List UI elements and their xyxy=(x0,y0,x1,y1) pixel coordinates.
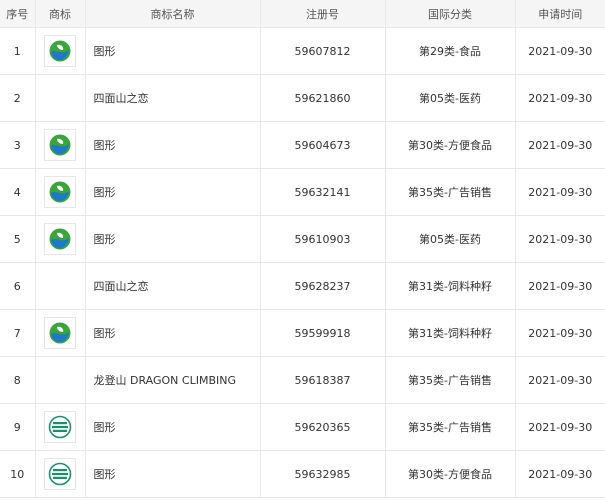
logo-cell[interactable] xyxy=(35,356,86,404)
registration-number: 59620365 xyxy=(260,403,386,451)
green-striped-circle-icon[interactable] xyxy=(44,411,76,443)
registration-number: 59607812 xyxy=(260,27,386,75)
international-class: 第35类-广告销售 xyxy=(385,168,516,216)
international-class: 第35类-广告销售 xyxy=(385,356,516,404)
registration-number: 59632985 xyxy=(260,450,386,498)
trademark-name[interactable]: 图形 xyxy=(85,121,261,169)
logo-image[interactable] xyxy=(44,364,76,396)
row-index: 9 xyxy=(0,403,36,451)
table-row[interactable]: 10 图形 59632985 第30类-方便食品 2021-09-30 xyxy=(0,450,605,498)
green-blue-leaf-icon[interactable] xyxy=(44,317,76,349)
col-header-logo[interactable]: 商标 xyxy=(35,0,86,28)
application-date: 2021-09-30 xyxy=(515,262,605,310)
trademark-name[interactable]: 图形 xyxy=(85,403,261,451)
logo-cell[interactable] xyxy=(35,121,86,169)
application-date: 2021-09-30 xyxy=(515,121,605,169)
trademark-name[interactable]: 图形 xyxy=(85,309,261,357)
row-index: 10 xyxy=(0,450,36,498)
green-blue-leaf-icon[interactable] xyxy=(44,223,76,255)
trademark-name[interactable]: 四面山之恋 xyxy=(85,74,261,122)
application-date: 2021-09-30 xyxy=(515,403,605,451)
green-blue-leaf-icon[interactable] xyxy=(44,129,76,161)
application-date: 2021-09-30 xyxy=(515,309,605,357)
table-row[interactable]: 5 图形 59610903 第05类-医药 2021-09-30 xyxy=(0,215,605,263)
row-index: 7 xyxy=(0,309,36,357)
row-index: 2 xyxy=(0,74,36,122)
row-index: 4 xyxy=(0,168,36,216)
trademark-name[interactable]: 四面山之恋 xyxy=(85,262,261,310)
row-index: 3 xyxy=(0,121,36,169)
international-class: 第30类-方便食品 xyxy=(385,121,516,169)
trademark-name[interactable]: 图形 xyxy=(85,168,261,216)
logo-cell[interactable] xyxy=(35,168,86,216)
table-row[interactable]: 7 图形 59599918 第31类-饲料种籽 2021-09-30 xyxy=(0,309,605,357)
international-class: 第31类-饲料种籽 xyxy=(385,262,516,310)
application-date: 2021-09-30 xyxy=(515,215,605,263)
logo-cell[interactable] xyxy=(35,262,86,310)
application-date: 2021-09-30 xyxy=(515,74,605,122)
green-blue-leaf-icon[interactable] xyxy=(44,35,76,67)
col-header-index[interactable]: 序号 xyxy=(0,0,36,28)
green-striped-circle-icon[interactable] xyxy=(44,458,76,490)
registration-number: 59618387 xyxy=(260,356,386,404)
col-header-reg-no[interactable]: 注册号 xyxy=(260,0,386,28)
registration-number: 59632141 xyxy=(260,168,386,216)
table-row[interactable]: 4 图形 59632141 第35类-广告销售 2021-09-30 xyxy=(0,168,605,216)
green-blue-leaf-icon[interactable] xyxy=(44,176,76,208)
table-row[interactable]: 9 图形 59620365 第35类-广告销售 2021-09-30 xyxy=(0,403,605,451)
trademark-name[interactable]: 图形 xyxy=(85,27,261,75)
registration-number: 59604673 xyxy=(260,121,386,169)
trademark-table: 序号 商标 商标名称 注册号 国际分类 申请时间 1 图形 59607812 第29类… xyxy=(0,0,605,498)
row-index: 5 xyxy=(0,215,36,263)
international-class: 第29类-食品 xyxy=(385,27,516,75)
row-index: 6 xyxy=(0,262,36,310)
logo-cell[interactable] xyxy=(35,215,86,263)
logo-cell[interactable] xyxy=(35,74,86,122)
trademark-name[interactable]: 图形 xyxy=(85,215,261,263)
international-class: 第05类-医药 xyxy=(385,215,516,263)
table-row[interactable]: 6 四面山之恋 59628237 第31类-饲料种籽 2021-09-30 xyxy=(0,262,605,310)
table-row[interactable]: 3 图形 59604673 第30类-方便食品 2021-09-30 xyxy=(0,121,605,169)
application-date: 2021-09-30 xyxy=(515,168,605,216)
table-row[interactable]: 8 龙登山 DRAGON CLIMBING 59618387 第35类-广告销售 202… xyxy=(0,356,605,404)
table-row[interactable]: 2 四面山之恋 59621860 第05类-医药 2021-09-30 xyxy=(0,74,605,122)
table-row[interactable]: 1 图形 59607812 第29类-食品 2021-09-30 xyxy=(0,27,605,75)
col-header-class[interactable]: 国际分类 xyxy=(385,0,516,28)
registration-number: 59621860 xyxy=(260,74,386,122)
registration-number: 59610903 xyxy=(260,215,386,263)
registration-number: 59628237 xyxy=(260,262,386,310)
application-date: 2021-09-30 xyxy=(515,450,605,498)
logo-image[interactable] xyxy=(44,270,76,302)
logo-cell[interactable] xyxy=(35,403,86,451)
registration-number: 59599918 xyxy=(260,309,386,357)
logo-image[interactable] xyxy=(44,82,76,114)
application-date: 2021-09-30 xyxy=(515,356,605,404)
international-class: 第05类-医药 xyxy=(385,74,516,122)
col-header-date[interactable]: 申请时间 xyxy=(515,0,605,28)
international-class: 第30类-方便食品 xyxy=(385,450,516,498)
table-header-row: 序号 商标 商标名称 注册号 国际分类 申请时间 xyxy=(0,0,605,28)
application-date: 2021-09-30 xyxy=(515,27,605,75)
international-class: 第31类-饲料种籽 xyxy=(385,309,516,357)
logo-cell[interactable] xyxy=(35,309,86,357)
col-header-name[interactable]: 商标名称 xyxy=(85,0,261,28)
row-index: 8 xyxy=(0,356,36,404)
international-class: 第35类-广告销售 xyxy=(385,403,516,451)
logo-cell[interactable] xyxy=(35,450,86,498)
logo-cell[interactable] xyxy=(35,27,86,75)
row-index: 1 xyxy=(0,27,36,75)
trademark-name[interactable]: 龙登山 DRAGON CLIMBING xyxy=(85,356,261,404)
trademark-name[interactable]: 图形 xyxy=(85,450,261,498)
